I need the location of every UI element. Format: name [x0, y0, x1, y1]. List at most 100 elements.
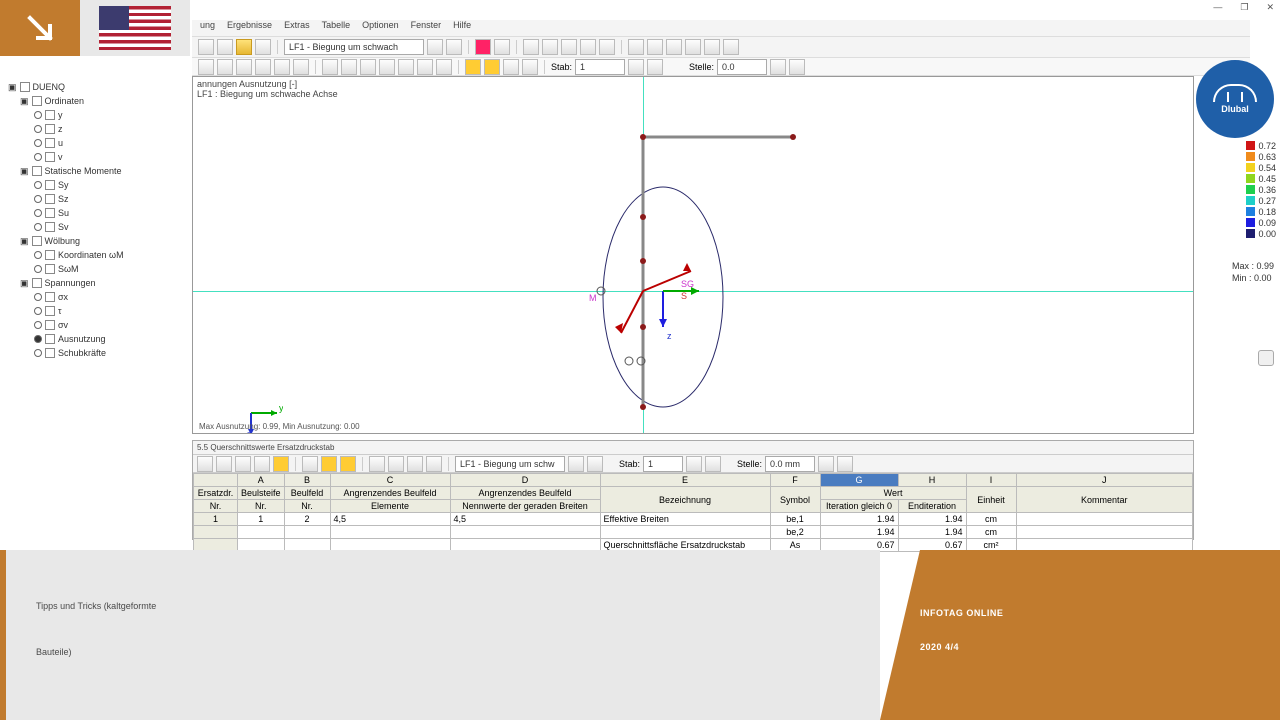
language-flag[interactable] — [80, 0, 190, 56]
canvas-footer: Max Ausnutzung: 0.99, Min Ausnutzung: 0.… — [199, 422, 360, 431]
section-drawing: M SG S z — [193, 77, 1194, 434]
svg-text:SG: SG — [681, 279, 694, 289]
svg-text:z: z — [667, 331, 672, 341]
menu-bar: ung Ergebnisse Extras Tabelle Optionen F… — [192, 20, 1250, 36]
nav-next-icon[interactable] — [647, 59, 663, 75]
banner-title-area: Tipps und Tricks (kaltgeformteBauteile) — [0, 550, 880, 720]
nav-next-icon[interactable] — [789, 59, 805, 75]
tool-icon[interactable] — [340, 456, 356, 472]
menu-item[interactable]: Fenster — [411, 20, 442, 36]
tool-icon[interactable] — [217, 39, 233, 55]
tool-icon[interactable] — [484, 59, 500, 75]
nav-prev-icon[interactable] — [628, 59, 644, 75]
table-stab-label: Stab: — [619, 459, 640, 469]
tool-icon[interactable] — [236, 59, 252, 75]
tool-icon[interactable] — [628, 39, 644, 55]
nav-prev-icon[interactable] — [818, 456, 834, 472]
tool-icon[interactable] — [216, 456, 232, 472]
tool-icon[interactable] — [494, 39, 510, 55]
brand-logo-box — [0, 0, 80, 56]
tool-icon[interactable] — [197, 456, 213, 472]
tool-icon[interactable] — [398, 59, 414, 75]
loadcase-select[interactable]: LF1 - Biegung um schwach — [284, 39, 424, 55]
tool-icon[interactable] — [666, 39, 682, 55]
header-brand-area — [0, 0, 192, 56]
tool-icon[interactable] — [475, 39, 491, 55]
tool-icon[interactable] — [217, 59, 233, 75]
tool-icon[interactable] — [255, 39, 271, 55]
table-title: 5.5 Querschnittswerte Ersatzdruckstab — [193, 441, 1193, 455]
results-table: 5.5 Querschnittswerte Ersatzdruckstab LF… — [192, 440, 1194, 540]
tool-icon[interactable] — [723, 39, 739, 55]
video-banner: Tipps und Tricks (kaltgeformteBauteile) … — [0, 550, 1280, 720]
table-stab-input[interactable]: 1 — [643, 456, 683, 472]
nav-next-icon[interactable] — [446, 39, 462, 55]
tool-icon[interactable] — [436, 59, 452, 75]
tool-icon[interactable] — [254, 456, 270, 472]
tool-icon[interactable] — [704, 39, 720, 55]
tool-icon[interactable] — [321, 456, 337, 472]
tool-icon[interactable] — [341, 59, 357, 75]
table-toolbar: LF1 - Biegung um schw Stab: 1 Stelle: 0.… — [193, 455, 1193, 473]
banner-info-area: INFOTAG ONLINE2020 4/4 — [880, 550, 1280, 720]
tool-icon[interactable] — [236, 39, 252, 55]
close-button[interactable]: ✕ — [1266, 2, 1274, 13]
minimize-button[interactable]: — — [1213, 2, 1222, 13]
nav-prev-icon[interactable] — [770, 59, 786, 75]
tool-icon[interactable] — [255, 59, 271, 75]
tool-icon[interactable] — [407, 456, 423, 472]
tool-icon[interactable] — [198, 39, 214, 55]
stab-label: Stab: — [551, 62, 572, 72]
stelle-label: Stelle: — [689, 62, 714, 72]
tool-icon[interactable] — [503, 59, 519, 75]
tool-icon[interactable] — [388, 456, 404, 472]
nav-prev-icon[interactable] — [568, 456, 584, 472]
tool-icon[interactable] — [322, 59, 338, 75]
menu-item[interactable]: Ergebnisse — [227, 20, 272, 36]
table-loadcase-select[interactable]: LF1 - Biegung um schw — [455, 456, 565, 472]
nav-next-icon[interactable] — [705, 456, 721, 472]
tool-icon[interactable] — [273, 456, 289, 472]
dlubal-logo: Dlubal — [1196, 60, 1274, 138]
tool-icon[interactable] — [561, 39, 577, 55]
tool-icon[interactable] — [235, 456, 251, 472]
tool-icon[interactable] — [523, 39, 539, 55]
maximize-button[interactable]: ❐ — [1240, 2, 1248, 13]
tool-icon[interactable] — [647, 39, 663, 55]
menu-item[interactable]: Tabelle — [322, 20, 351, 36]
stab-input[interactable]: 1 — [575, 59, 625, 75]
color-legend: 0.72 0.63 0.54 0.45 0.36 0.27 0.18 0.09 … — [1246, 140, 1276, 239]
tool-icon[interactable] — [302, 456, 318, 472]
nav-prev-icon[interactable] — [427, 39, 443, 55]
main-toolbar: LF1 - Biegung um schwach — [192, 36, 1250, 58]
tool-icon[interactable] — [379, 59, 395, 75]
window-controls: — ❐ ✕ — [1213, 2, 1274, 13]
tool-icon[interactable] — [426, 456, 442, 472]
nav-next-icon[interactable] — [587, 456, 603, 472]
menu-item[interactable]: Hilfe — [453, 20, 471, 36]
nav-next-icon[interactable] — [837, 456, 853, 472]
tool-icon[interactable] — [522, 59, 538, 75]
tool-icon[interactable] — [198, 59, 214, 75]
navigator-tree[interactable]: ▣DUENQ ▣Ordinaten y z u v ▣Statische Mom… — [6, 80, 186, 440]
nav-prev-icon[interactable] — [686, 456, 702, 472]
table-stelle-input[interactable]: 0.0 mm — [765, 456, 815, 472]
magnify-icon[interactable] — [1258, 350, 1274, 366]
tool-icon[interactable] — [542, 39, 558, 55]
stelle-input[interactable]: 0.0 — [717, 59, 767, 75]
tool-icon[interactable] — [465, 59, 481, 75]
tool-icon[interactable] — [417, 59, 433, 75]
menu-item[interactable]: ung — [200, 20, 215, 36]
menu-item[interactable]: Optionen — [362, 20, 399, 36]
tool-icon[interactable] — [369, 456, 385, 472]
svg-text:y: y — [279, 403, 283, 413]
tool-icon[interactable] — [599, 39, 615, 55]
graphics-canvas[interactable]: annungen Ausnutzung [-]LF1 : Biegung um … — [192, 76, 1194, 434]
tool-icon[interactable] — [274, 59, 290, 75]
tool-icon[interactable] — [580, 39, 596, 55]
tool-icon[interactable] — [293, 59, 309, 75]
tool-icon[interactable] — [685, 39, 701, 55]
menu-item[interactable]: Extras — [284, 20, 310, 36]
tool-icon[interactable] — [360, 59, 376, 75]
data-grid[interactable]: ABCDEFGHIJ Ersatzdr.BeulsteifeBeulfeldAn… — [193, 473, 1193, 552]
